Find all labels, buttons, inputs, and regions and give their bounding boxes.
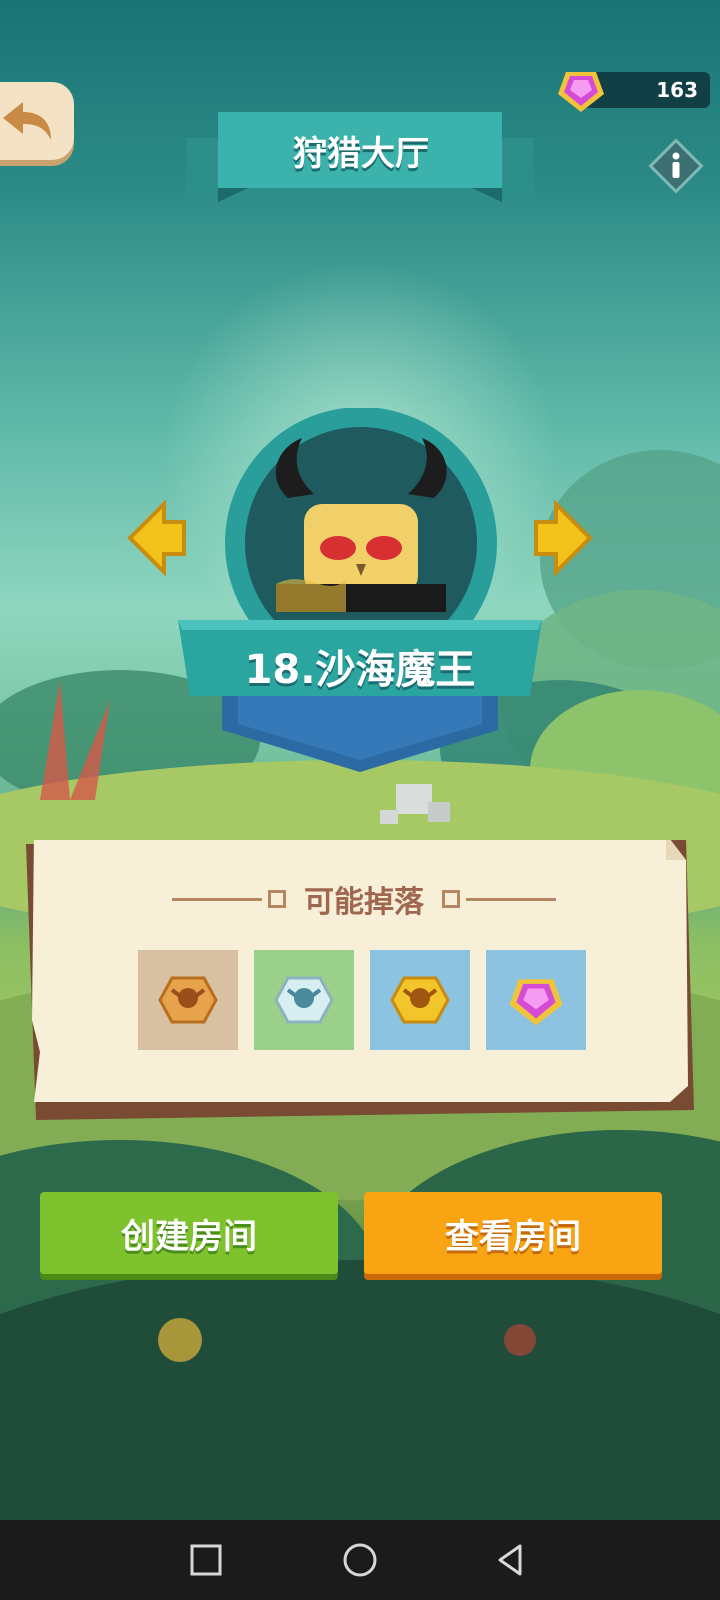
previous-boss-arrow[interactable] xyxy=(126,500,190,576)
recent-apps-icon[interactable] xyxy=(184,1538,228,1582)
back-nav-icon[interactable] xyxy=(490,1538,534,1582)
drop-divider-left xyxy=(172,897,262,901)
view-rooms-button[interactable]: 查看房间 xyxy=(364,1192,662,1274)
boss-name: 18.沙海魔王 xyxy=(244,647,476,693)
drop-item[interactable] xyxy=(370,950,470,1050)
page-title: 狩猎大厅 xyxy=(293,133,429,174)
silver-skull-medal-icon xyxy=(274,976,334,1024)
create-room-button[interactable]: 创建房间 xyxy=(40,1192,338,1274)
drop-item[interactable] xyxy=(254,950,354,1050)
info-icon[interactable] xyxy=(648,138,704,194)
drop-title-row: 可能掉落 xyxy=(164,878,564,920)
drop-divider-dot-right xyxy=(442,890,460,908)
back-button[interactable] xyxy=(0,82,74,160)
bronze-skull-medal-icon xyxy=(158,976,218,1024)
gold-skull-medal-icon xyxy=(390,976,450,1024)
gem-icon xyxy=(558,72,604,112)
home-icon[interactable] xyxy=(338,1538,382,1582)
gem-count: 163 xyxy=(656,78,698,102)
drop-item[interactable] xyxy=(486,950,586,1050)
drop-item[interactable] xyxy=(138,950,238,1050)
back-arrow-icon xyxy=(3,102,51,140)
purple-gem-icon xyxy=(509,979,563,1026)
drop-divider-dot-left xyxy=(268,890,286,908)
drop-title: 可能掉落 xyxy=(304,885,424,920)
next-boss-arrow[interactable] xyxy=(530,500,594,576)
rocks-decoration xyxy=(380,784,450,824)
drop-divider-right xyxy=(466,897,556,901)
